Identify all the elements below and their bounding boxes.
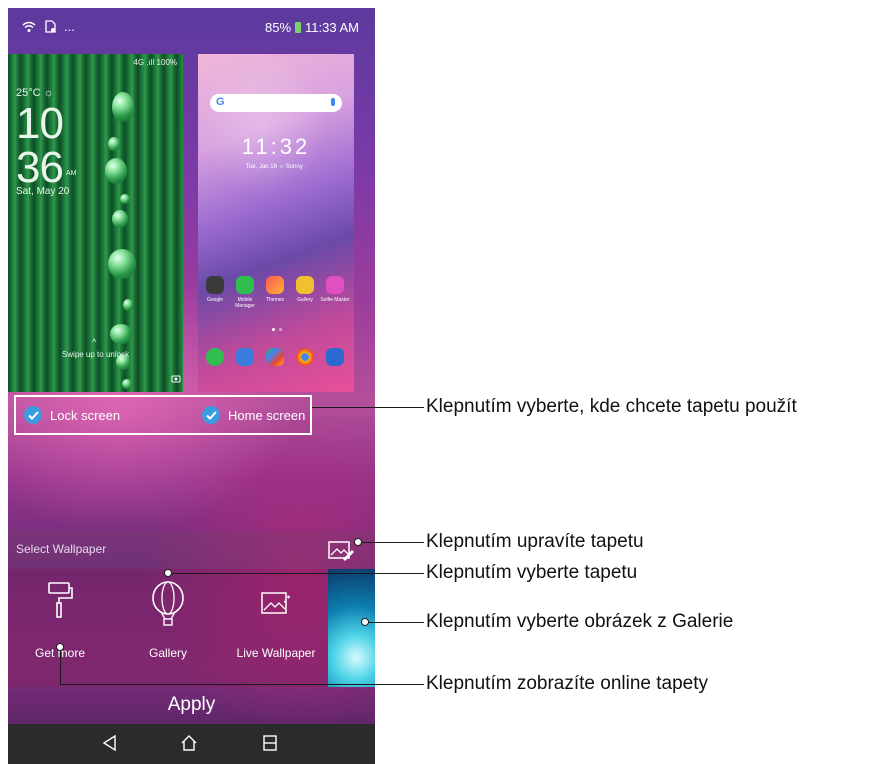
messages-icon (236, 348, 254, 366)
themes-icon (266, 276, 284, 294)
selfie-master-icon (326, 276, 344, 294)
battery-icon (295, 22, 302, 33)
phone-screen: ... 85% 11:33 AM 4G .ıll 100% 25°C ☼ 10 … (8, 8, 375, 764)
balloon-icon (152, 581, 184, 626)
phone-icon (206, 348, 224, 366)
google-folder-icon (206, 276, 224, 294)
mic-icon (331, 98, 335, 106)
status-time: 11:33 AM (305, 20, 359, 35)
page-indicator (272, 328, 275, 331)
lock-screen-checkbox[interactable]: Lock screen (24, 406, 120, 424)
back-icon[interactable] (101, 734, 117, 752)
callout-dot (56, 643, 64, 651)
paint-roller-icon (48, 582, 73, 618)
callout-select-wallpaper: Klepnutím vyberte tapetu (426, 562, 638, 583)
lock-preview-ampm: AM (66, 170, 77, 177)
sim-card-icon (45, 20, 56, 33)
callout-edit-wallpaper: Klepnutím upravíte tapetu (426, 531, 644, 552)
checkmark-icon (24, 406, 42, 424)
gallery-label: Gallery (148, 646, 187, 660)
home-preview-clock: 11:32 (241, 134, 311, 159)
lock-preview-minute: 36 (16, 143, 64, 192)
app-label: Google (206, 297, 224, 303)
google-icon: G (216, 96, 225, 108)
wallpaper-target-selector: Lock screen Home screen (14, 395, 312, 435)
callout-line (60, 647, 61, 685)
callout-gallery-image: Klepnutím vyberte obrázek z Galerie (426, 611, 734, 632)
lock-preview-swipe-text: Swipe up to unlock (61, 350, 130, 359)
callout-line (312, 407, 424, 408)
callout-line (365, 622, 424, 623)
app-label: Gallery (297, 297, 313, 303)
recent-apps-icon[interactable] (262, 734, 278, 752)
lock-preview-temperature: 25°C ☼ (16, 87, 54, 99)
callout-apply-target: Klepnutím vyberte, kde chcete tapetu pou… (426, 396, 797, 417)
page-indicator (279, 328, 282, 331)
mobile-manager-icon (236, 276, 254, 294)
navigation-bar (8, 724, 375, 764)
lock-preview-hour: 10 (16, 99, 64, 148)
callout-dot (354, 538, 362, 546)
camera-app-icon (326, 348, 344, 366)
live-wallpaper-icon (261, 592, 290, 614)
chevron-up-icon: ^ (92, 337, 97, 347)
checkmark-icon (202, 406, 220, 424)
chrome-icon (296, 348, 314, 366)
google-search-bar: G (210, 94, 342, 112)
lock-screen-label: Lock screen (50, 407, 121, 423)
gallery-option[interactable]: Gallery (118, 569, 218, 687)
apply-button[interactable]: Apply (8, 687, 375, 723)
status-overflow: ... (64, 19, 75, 34)
callout-dot (361, 618, 369, 626)
gallery-app-icon (296, 276, 314, 294)
wallpaper-source-options: Get more Gallery Live Wallpaper (8, 569, 375, 687)
gallery-image-thumbnail[interactable] (328, 569, 375, 687)
callout-line (168, 573, 424, 574)
battery-percent: 85% (265, 20, 292, 35)
callout-line (60, 684, 424, 685)
select-wallpaper-bar: Select Wallpaper (8, 531, 375, 569)
play-store-icon (266, 348, 284, 366)
callout-dot (164, 569, 172, 577)
edit-wallpaper-icon[interactable] (328, 539, 354, 561)
callout-line (358, 542, 424, 543)
home-screen-preview[interactable]: G 11:32 Tue, Jan 16 ☼ Sunny · Google Mob… (198, 54, 354, 392)
app-label: Selfie Master (320, 297, 350, 303)
app-label: Mobile Manager (235, 297, 255, 309)
app-label: Themes (265, 297, 285, 303)
live-wallpaper-label: Live Wallpaper (236, 646, 316, 660)
lock-preview-status: 4G .ıll 100% (133, 58, 177, 67)
home-screen-checkbox[interactable]: Home screen (202, 406, 305, 424)
home-icon[interactable] (180, 734, 198, 752)
lock-preview-date: Sat, May 20 (16, 186, 70, 197)
select-wallpaper-label: Select Wallpaper (16, 542, 107, 556)
home-preview-date: Tue, Jan 16 ☼ Sunny · (245, 164, 307, 170)
lock-screen-preview[interactable]: 4G .ıll 100% 25°C ☼ 10 36 AM Sat, May 20… (8, 54, 183, 392)
wifi-icon (22, 21, 36, 32)
callout-online-wallpapers: Klepnutím zobrazíte online tapety (426, 673, 709, 694)
camera-icon (171, 375, 181, 383)
home-screen-label: Home screen (228, 407, 306, 423)
status-bar: ... 85% 11:33 AM (8, 8, 375, 44)
live-wallpaper-option[interactable]: Live Wallpaper (226, 569, 326, 687)
